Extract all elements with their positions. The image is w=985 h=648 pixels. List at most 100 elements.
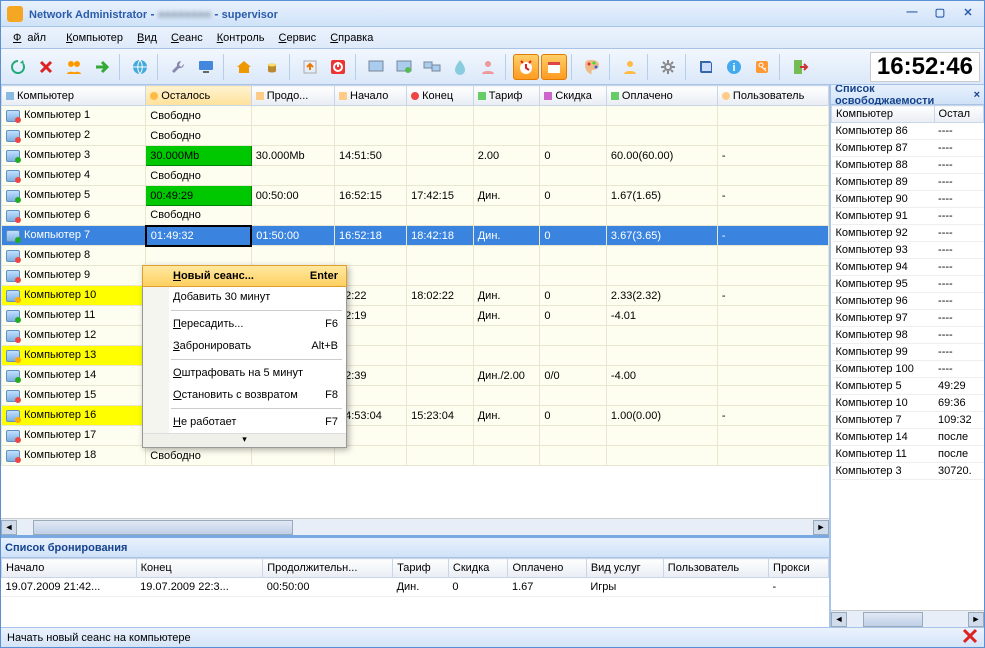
- status-error-icon[interactable]: [962, 628, 978, 647]
- list-item[interactable]: Компьютер 99----: [832, 344, 984, 361]
- close-button[interactable]: ✕: [958, 6, 978, 22]
- info-icon[interactable]: i: [721, 54, 747, 80]
- delete-icon[interactable]: [33, 54, 59, 80]
- column-header[interactable]: Оплачено: [508, 559, 586, 578]
- column-header[interactable]: Вид услуг: [586, 559, 663, 578]
- alarm-icon[interactable]: [513, 54, 539, 80]
- table-row[interactable]: 19.07.2009 21:42...19.07.2009 22:3...00:…: [2, 578, 829, 597]
- list-item[interactable]: Компьютер 94----: [832, 259, 984, 276]
- scroll-left-icon[interactable]: ◄: [1, 520, 17, 535]
- forward-icon[interactable]: [89, 54, 115, 80]
- table-row[interactable]: Компьютер 2Свободно: [2, 126, 829, 146]
- table-row[interactable]: Компьютер 8: [2, 246, 829, 266]
- column-header[interactable]: Скидка: [448, 559, 508, 578]
- scroll-right-icon[interactable]: ►: [813, 520, 829, 535]
- table-row[interactable]: Компьютер 17Свободно: [2, 426, 829, 446]
- context-menu-item[interactable]: Оштрафовать на 5 минут: [143, 362, 346, 384]
- drop-icon[interactable]: [447, 54, 473, 80]
- column-header[interactable]: Конец: [136, 559, 263, 578]
- column-header[interactable]: Начало: [335, 86, 407, 106]
- column-header[interactable]: Скидка: [540, 86, 607, 106]
- list-item[interactable]: Компьютер 96----: [832, 293, 984, 310]
- column-header[interactable]: Тариф: [473, 86, 540, 106]
- list-item[interactable]: Компьютер 330720.: [832, 463, 984, 480]
- scroll-thumb[interactable]: [33, 520, 293, 535]
- list-item[interactable]: Компьютер 549:29: [832, 378, 984, 395]
- table-row[interactable]: Компьютер 16Время вышло00:30:0014:53:041…: [2, 406, 829, 426]
- table-row[interactable]: Компьютер 500:49:2900:50:0016:52:1517:42…: [2, 186, 829, 206]
- calendar-icon[interactable]: [541, 54, 567, 80]
- table-row[interactable]: Компьютер 701:49:3201:50:0016:52:1818:42…: [2, 226, 829, 246]
- wrench-icon[interactable]: [165, 54, 191, 80]
- menu-help[interactable]: Справка: [324, 30, 379, 46]
- list-item[interactable]: Компьютер 93----: [832, 242, 984, 259]
- list-item[interactable]: Компьютер 87----: [832, 140, 984, 157]
- maximize-button[interactable]: ▢: [930, 6, 950, 22]
- list-item[interactable]: Компьютер 100----: [832, 361, 984, 378]
- refresh-icon[interactable]: [5, 54, 31, 80]
- column-header[interactable]: Остал: [934, 106, 983, 123]
- globe-icon[interactable]: [127, 54, 153, 80]
- list-item[interactable]: Компьютер 14после: [832, 429, 984, 446]
- menu-control[interactable]: Контроль: [211, 30, 271, 46]
- table-row[interactable]: Компьютер 1Свободно: [2, 106, 829, 126]
- scroll-left-icon[interactable]: ◄: [831, 612, 847, 627]
- table-row[interactable]: Компьютер 9: [2, 266, 829, 286]
- money-icon[interactable]: [259, 54, 285, 80]
- main-grid[interactable]: КомпьютерОсталосьПродо...НачалоКонецТари…: [1, 85, 829, 518]
- menu-computer[interactable]: Компьютер: [60, 30, 129, 46]
- key-icon[interactable]: [749, 54, 775, 80]
- list-item[interactable]: Компьютер 90----: [832, 191, 984, 208]
- context-menu-item[interactable]: Пересадить...F6: [143, 313, 346, 335]
- list-item[interactable]: Компьютер 97----: [832, 310, 984, 327]
- close-panel-icon[interactable]: ×: [974, 89, 980, 101]
- list-item[interactable]: Компьютер 92----: [832, 225, 984, 242]
- column-header[interactable]: Компьютер: [832, 106, 935, 123]
- up-icon[interactable]: [297, 54, 323, 80]
- list-item[interactable]: Компьютер 95----: [832, 276, 984, 293]
- table-row[interactable]: Компьютер 1052:2218:02:22Дин.02.33(2.32)…: [2, 286, 829, 306]
- gear-icon[interactable]: [655, 54, 681, 80]
- screens-icon[interactable]: [419, 54, 445, 80]
- book-icon[interactable]: [693, 54, 719, 80]
- menu-service[interactable]: Сервис: [273, 30, 323, 46]
- list-item[interactable]: Компьютер 11после: [832, 446, 984, 463]
- menu-file[interactable]: Файл: [7, 30, 58, 46]
- users-icon[interactable]: [61, 54, 87, 80]
- table-row[interactable]: Компьютер 6Свободно: [2, 206, 829, 226]
- column-header[interactable]: Пользователь: [663, 559, 768, 578]
- table-row[interactable]: Компьютер 15: [2, 386, 829, 406]
- context-menu-item[interactable]: Новый сеанс...Enter: [142, 265, 347, 287]
- table-row[interactable]: Компьютер 4Свободно: [2, 166, 829, 186]
- column-header[interactable]: Тариф: [393, 559, 449, 578]
- person-icon[interactable]: [617, 54, 643, 80]
- home-icon[interactable]: [231, 54, 257, 80]
- list-item[interactable]: Компьютер 86----: [832, 123, 984, 140]
- table-row[interactable]: Компьютер 13: [2, 346, 829, 366]
- user-icon[interactable]: [475, 54, 501, 80]
- column-header[interactable]: Конец: [407, 86, 474, 106]
- context-menu-item[interactable]: Добавить 30 минут: [143, 286, 346, 308]
- monitor-icon[interactable]: [193, 54, 219, 80]
- list-item[interactable]: Компьютер 88----: [832, 157, 984, 174]
- column-header[interactable]: Осталось: [146, 86, 251, 106]
- menu-session[interactable]: Сеанс: [165, 30, 209, 46]
- paint-icon[interactable]: [579, 54, 605, 80]
- context-menu-item[interactable]: ЗабронироватьAlt+B: [143, 335, 346, 357]
- expand-menu-icon[interactable]: ▾: [143, 433, 346, 447]
- power-icon[interactable]: [325, 54, 351, 80]
- column-header[interactable]: Компьютер: [2, 86, 146, 106]
- availability-grid[interactable]: КомпьютерОсталКомпьютер 86----Компьютер …: [831, 105, 984, 610]
- column-header[interactable]: Продо...: [251, 86, 334, 106]
- titlebar[interactable]: Network Administrator - ■■■■■■■■ - super…: [1, 1, 984, 27]
- side-scrollbar[interactable]: ◄ ►: [831, 610, 984, 627]
- list-item[interactable]: Компьютер 91----: [832, 208, 984, 225]
- list-item[interactable]: Компьютер 7109:32: [832, 412, 984, 429]
- screen2-icon[interactable]: [391, 54, 417, 80]
- table-row[interactable]: Компьютер 330.000Mb30.000Mb14:51:502.000…: [2, 146, 829, 166]
- column-header[interactable]: Продолжительн...: [263, 559, 393, 578]
- table-row[interactable]: Компьютер 12: [2, 326, 829, 346]
- table-row[interactable]: Компьютер 1152:19Дин.0-4.01: [2, 306, 829, 326]
- column-header[interactable]: Оплачено: [606, 86, 717, 106]
- scroll-right-icon[interactable]: ►: [968, 612, 984, 627]
